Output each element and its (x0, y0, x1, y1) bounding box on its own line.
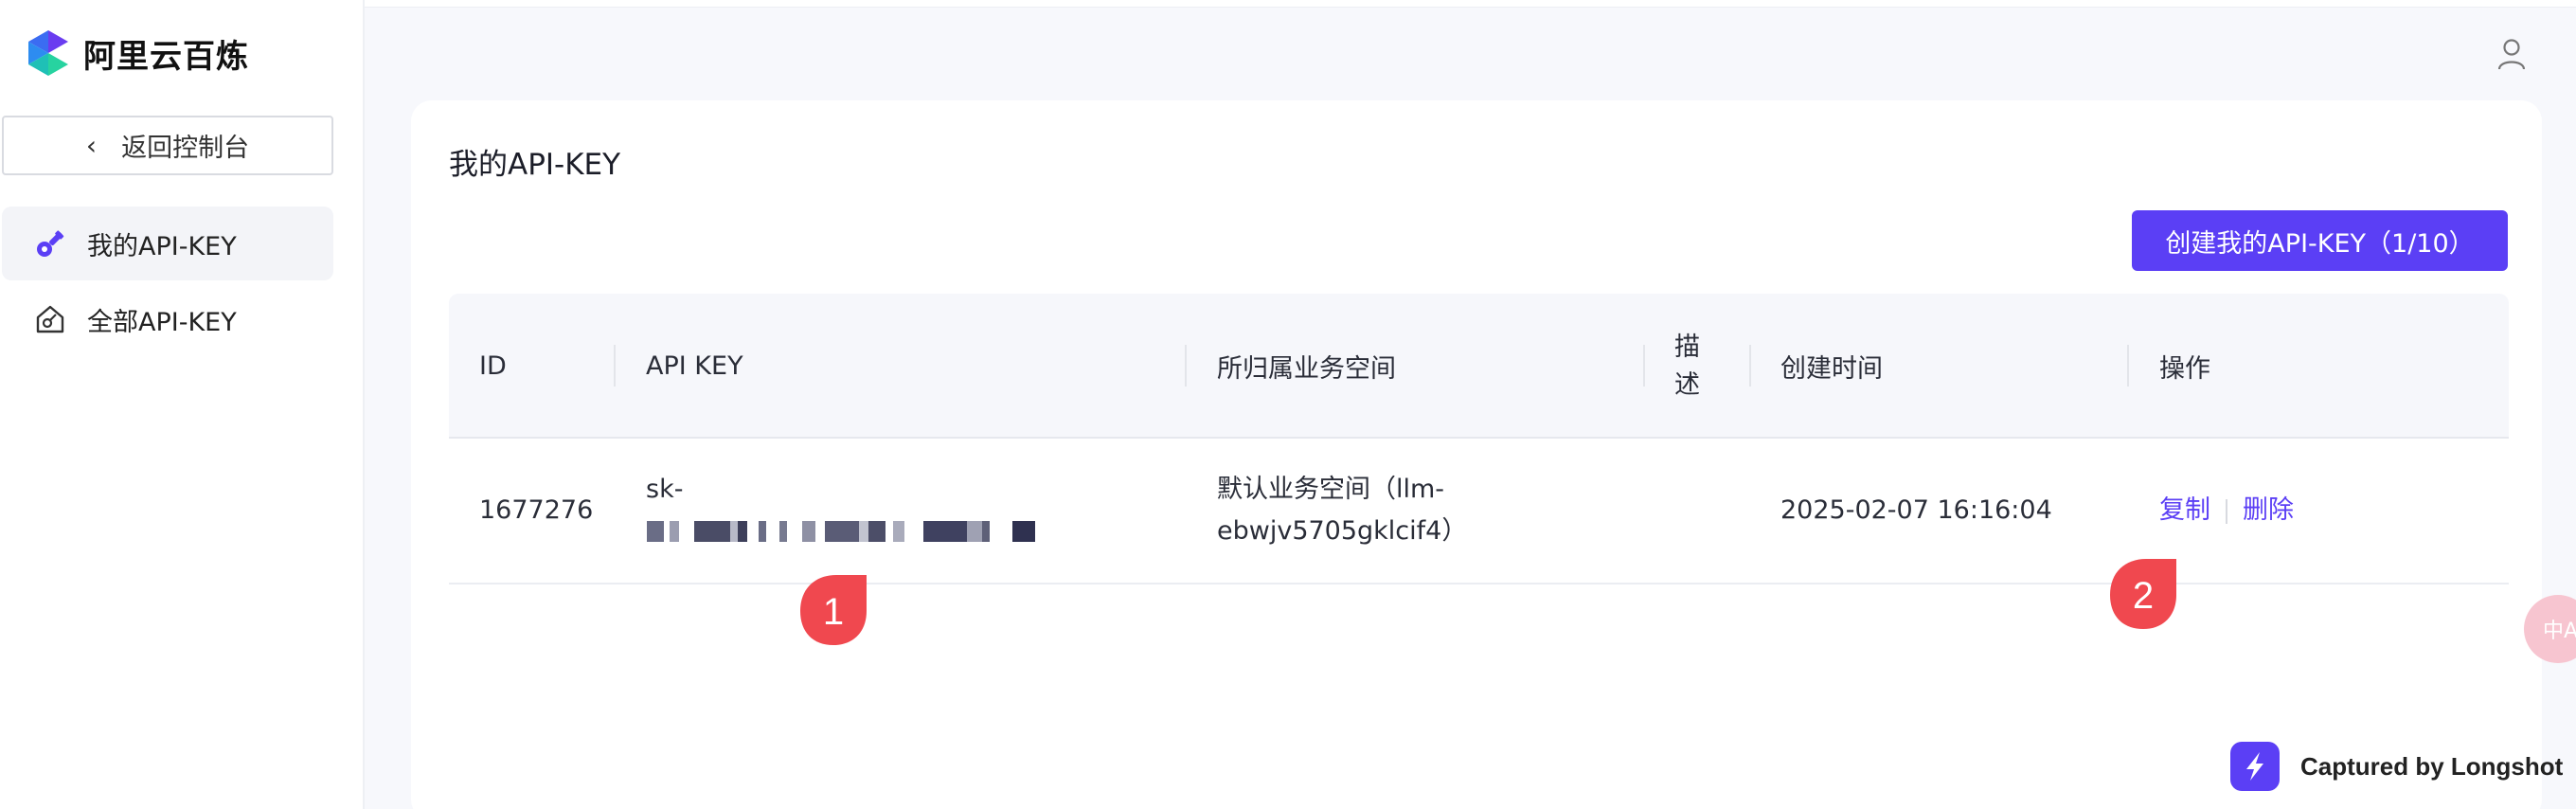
sidebar: 阿里云百炼 ‹ 返回控制台 我的API-KEY 全部API-KEY (0, 0, 365, 809)
longshot-logo-icon (2230, 742, 2280, 791)
api-key-masked-value (647, 519, 1130, 544)
back-button-label: 返回控制台 (121, 134, 250, 163)
brand-logo-icon (28, 30, 68, 76)
column-header-actions: 操作 (2159, 354, 2210, 384)
chevron-left-icon: ‹ (85, 130, 98, 161)
watermark-text: Captured by Longshot (2300, 751, 2564, 781)
back-to-console-button[interactable]: ‹ 返回控制台 (2, 116, 333, 175)
sidebar-item-all-api-key[interactable]: 全部API-KEY (2, 282, 333, 356)
copy-link[interactable]: 复制 (2159, 495, 2210, 525)
marker-2: 2 (2110, 559, 2176, 629)
brand-name: 阿里云百炼 (83, 37, 249, 76)
page-title: 我的API-KEY (449, 148, 621, 182)
row-created-time: 2025-02-07 16:16:04 (1780, 495, 2052, 525)
marker-1: 1 (800, 575, 867, 645)
column-divider (1749, 345, 1751, 387)
workspace-line-2: ebwjv5705gklcif4） (1217, 516, 1468, 546)
delete-link[interactable]: 删除 (2243, 495, 2294, 525)
column-header-created-time: 创建时间 (1780, 354, 1883, 384)
key-icon (37, 230, 64, 257)
top-bar (0, 0, 2576, 8)
table-header: ID API KEY 所归属业务空间 描 述 创建时间 操作 (449, 294, 2509, 439)
create-api-key-button[interactable]: 创建我的API-KEY（1/10） (2132, 210, 2508, 271)
user-icon[interactable] (2497, 38, 2526, 70)
marker-1-label: 1 (823, 591, 844, 633)
api-key-prefix: sk- (646, 475, 684, 504)
column-divider (1643, 345, 1645, 387)
home-key-icon (36, 305, 64, 333)
sidebar-item-my-api-key[interactable]: 我的API-KEY (2, 207, 333, 280)
row-actions: 复制 删除 (2159, 490, 2294, 531)
action-divider (2226, 498, 2227, 524)
row-id: 1677276 (479, 495, 594, 525)
column-header-id: ID (479, 351, 507, 381)
column-divider (614, 345, 616, 387)
brand[interactable]: 阿里云百炼 (27, 28, 249, 78)
workspace-line-1: 默认业务空间（llm- (1217, 475, 1445, 504)
table-row: 1677276 sk- 默认业务空间（llm- ebwjv5705gklcif4… (449, 439, 2509, 584)
marker-2-label: 2 (2133, 575, 2154, 617)
sidebar-item-label: 全部API-KEY (87, 307, 237, 337)
sidebar-item-label: 我的API-KEY (87, 231, 237, 261)
column-header-description: 描 述 (1674, 332, 1700, 400)
column-header-workspace: 所归属业务空间 (1217, 354, 1396, 384)
column-header-api-key: API KEY (646, 351, 743, 381)
column-divider (2127, 345, 2129, 387)
column-divider (1185, 345, 1187, 387)
longshot-watermark: Captured by Longshot (2230, 742, 2563, 791)
